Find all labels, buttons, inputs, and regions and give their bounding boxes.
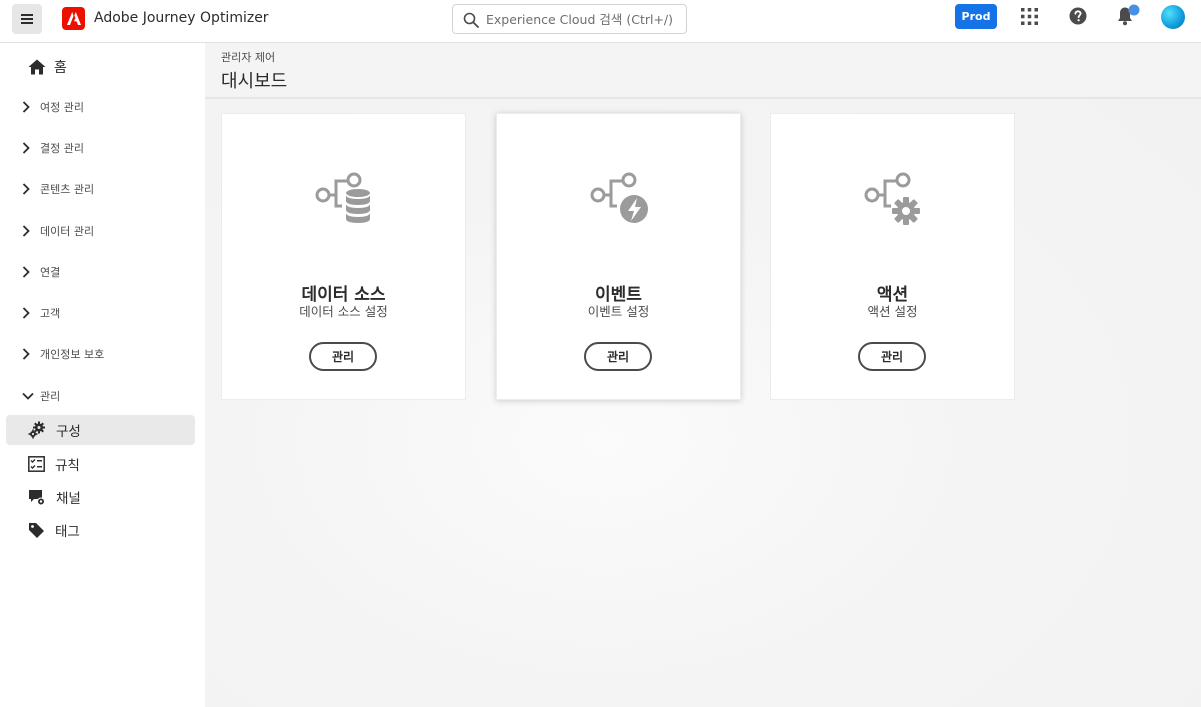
sidebar-group-administration[interactable]: 관리 (22, 387, 60, 405)
sidebar-group-connections[interactable]: 연결 (22, 263, 60, 281)
sidebar-item-rules[interactable]: 규칙 (6, 449, 195, 479)
sidebar-group-data[interactable]: 데이터 관리 (22, 222, 94, 240)
app-title[interactable]: Adobe Journey Optimizer (94, 10, 269, 26)
checklist-icon (28, 456, 45, 472)
menu-toggle-button[interactable] (12, 4, 42, 34)
card-actions: 액션 액션 설정 관리 (770, 113, 1015, 400)
search-box[interactable] (452, 4, 687, 34)
action-icon (864, 172, 920, 225)
page-header: 관리자 제어 대시보드 (205, 43, 1201, 99)
card-subtitle: 액션 설정 (867, 304, 918, 319)
sidebar-item-label: 홈 (54, 60, 67, 76)
sidebar-group-label: 데이터 관리 (40, 225, 95, 238)
chevron-right-icon (22, 183, 30, 195)
top-bar: Adobe Journey Optimizer Prod (0, 0, 1201, 43)
sidebar: 홈 여정 관리 결정 관리 콘텐츠 관리 데이터 관리 연결 고객 개인정보 보… (0, 43, 205, 707)
hamburger-icon (21, 14, 33, 24)
sidebar-item-label: 구성 (56, 424, 81, 440)
manage-actions-button[interactable]: 관리 (858, 342, 926, 371)
event-icon (590, 172, 648, 223)
sidebar-group-content[interactable]: 콘텐츠 관리 (22, 180, 94, 198)
sidebar-item-label: 태그 (55, 524, 80, 540)
tag-icon (29, 522, 44, 538)
manage-events-button[interactable]: 관리 (584, 342, 652, 371)
main-content: 관리자 제어 대시보드 데이터 소스 데이터 소스 설정 관리 이벤트 이벤트 … (205, 43, 1201, 707)
search-icon (463, 12, 479, 28)
chevron-right-icon (22, 307, 30, 319)
chevron-down-icon (22, 392, 34, 400)
sidebar-group-label: 연결 (40, 266, 61, 279)
sidebar-item-label: 채널 (56, 491, 81, 507)
card-data-sources: 데이터 소스 데이터 소스 설정 관리 (221, 113, 466, 400)
data-source-icon (315, 172, 370, 223)
page-title: 대시보드 (221, 71, 288, 92)
card-subtitle: 데이터 소스 설정 (299, 304, 388, 319)
sidebar-item-label: 규칙 (55, 458, 80, 474)
sidebar-item-home[interactable]: 홈 (28, 57, 67, 77)
chevron-right-icon (22, 225, 30, 237)
apps-grid-icon (1020, 7, 1038, 25)
chevron-right-icon (22, 348, 30, 360)
gears-icon (28, 421, 45, 439)
environment-badge[interactable]: Prod (955, 4, 997, 29)
manage-data-sources-button[interactable]: 관리 (309, 342, 377, 371)
sidebar-group-privacy[interactable]: 개인정보 보호 (22, 345, 104, 363)
sidebar-group-label: 결정 관리 (40, 142, 84, 155)
sidebar-item-configuration[interactable]: 구성 (6, 415, 195, 445)
bell-icon (1118, 4, 1140, 26)
adobe-logo[interactable] (62, 7, 85, 30)
sidebar-group-label: 콘텐츠 관리 (40, 183, 95, 196)
chevron-right-icon (22, 266, 30, 278)
sidebar-group-label: 관리 (40, 390, 61, 403)
apps-button[interactable] (1019, 6, 1039, 26)
sidebar-group-label: 여정 관리 (40, 101, 84, 114)
card-subtitle: 이벤트 설정 (587, 304, 650, 319)
sidebar-group-customers[interactable]: 고객 (22, 304, 60, 322)
sidebar-group-journey[interactable]: 여정 관리 (22, 98, 84, 116)
help-button[interactable] (1068, 6, 1088, 26)
adobe-a-icon (66, 12, 81, 25)
chevron-right-icon (22, 101, 30, 113)
breadcrumb[interactable]: 관리자 제어 (221, 49, 275, 65)
sidebar-group-label: 개인정보 보호 (40, 348, 105, 361)
sidebar-item-channels[interactable]: 채널 (6, 482, 195, 512)
channel-icon (29, 489, 45, 505)
sidebar-item-tags[interactable]: 태그 (6, 515, 195, 545)
sidebar-group-decision[interactable]: 결정 관리 (22, 139, 84, 157)
search-input[interactable] (486, 10, 681, 28)
home-icon (28, 59, 46, 75)
sidebar-group-label: 고객 (40, 307, 61, 320)
user-avatar[interactable] (1161, 5, 1185, 29)
card-events: 이벤트 이벤트 설정 관리 (496, 113, 741, 400)
help-icon (1069, 7, 1087, 25)
notifications-button[interactable] (1115, 4, 1141, 28)
chevron-right-icon (22, 142, 30, 154)
